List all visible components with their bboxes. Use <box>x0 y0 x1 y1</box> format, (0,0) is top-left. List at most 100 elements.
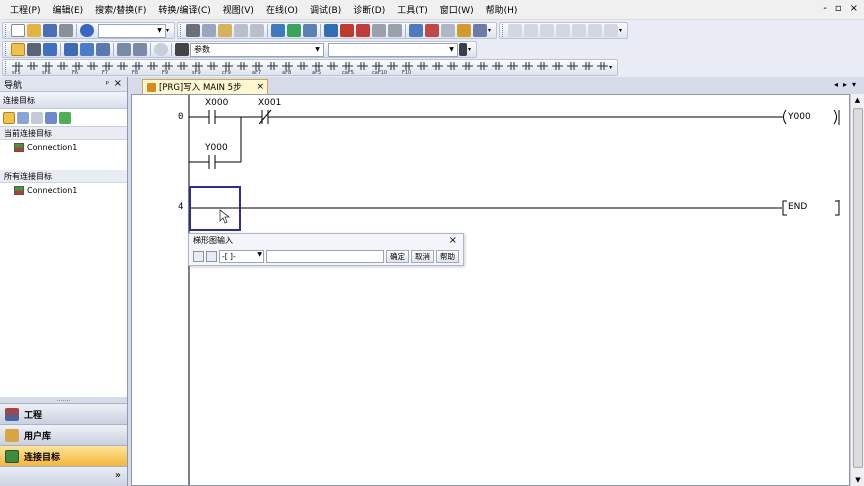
input-mode-icon[interactable] <box>193 251 204 262</box>
pin-icon[interactable]: ᵖ <box>106 79 109 88</box>
parts-library-icon[interactable] <box>27 43 41 56</box>
close-window-button[interactable]: × <box>850 3 858 14</box>
instruction-input[interactable] <box>266 250 384 263</box>
current-connection-item[interactable]: Connection1 <box>0 140 127 154</box>
new-icon[interactable] <box>11 24 25 37</box>
simulation-start-icon[interactable] <box>409 24 423 37</box>
cancel-button[interactable]: 取消 <box>411 250 434 263</box>
scroll-down-icon[interactable]: ▼ <box>851 474 864 486</box>
menu-view[interactable]: 视图(V) <box>217 3 260 16</box>
read-plc-icon[interactable] <box>287 24 301 37</box>
menu-edit[interactable]: 编辑(E) <box>46 3 89 16</box>
expand-chevron-icon[interactable]: » <box>115 470 121 481</box>
all-connection-item[interactable]: Connection1 <box>0 183 127 197</box>
menu-project[interactable]: 工程(P) <box>0 3 46 16</box>
scroll-thumb[interactable] <box>853 108 863 468</box>
monitor-icon[interactable] <box>324 24 338 37</box>
close-tab-icon[interactable]: × <box>256 82 264 92</box>
paste-icon[interactable] <box>218 24 232 37</box>
search-target-combo[interactable]: 参数 ▼ <box>190 42 324 57</box>
sfc-end-icon[interactable] <box>572 24 586 37</box>
stop-monitor-icon[interactable] <box>340 24 354 37</box>
device-list-icon[interactable] <box>80 43 94 56</box>
toolbar-grip[interactable] <box>502 24 505 37</box>
toolbar-overflow-icon[interactable]: ▾ <box>488 27 494 34</box>
search-go-icon[interactable] <box>459 43 467 56</box>
open-icon[interactable] <box>27 24 41 37</box>
tab-main-program[interactable]: [PRG]写入 MAIN 5步 × <box>142 79 268 94</box>
search-text-combo[interactable]: ▼ <box>328 42 458 57</box>
watch-icon[interactable] <box>473 24 487 37</box>
menu-window[interactable]: 窗口(W) <box>434 3 480 16</box>
connection-settings-icon[interactable] <box>45 111 57 124</box>
watch-window-icon[interactable] <box>96 43 110 56</box>
toolbar-overflow-icon[interactable]: ▾ <box>609 64 615 71</box>
menu-online[interactable]: 在线(O) <box>260 3 304 16</box>
nav-button-project[interactable]: 工程 <box>0 403 127 424</box>
menu-debug[interactable]: 调试(B) <box>304 3 347 16</box>
close-icon[interactable]: × <box>449 234 457 248</box>
ladder-edit-cursor[interactable] <box>189 186 241 231</box>
sfc-transition-icon[interactable] <box>540 24 554 37</box>
zoom-icon[interactable] <box>133 43 147 56</box>
menu-diagnostics[interactable]: 诊断(D) <box>347 3 391 16</box>
buffer-memory-icon[interactable] <box>457 24 471 37</box>
simulation-stop-icon[interactable] <box>425 24 439 37</box>
toolbar-overflow-icon[interactable]: ▾ <box>468 46 474 53</box>
help-button[interactable]: 帮助 <box>436 250 459 263</box>
toolbar-overflow-icon[interactable]: ▾ <box>166 27 172 34</box>
minimize-button[interactable]: - <box>823 3 827 14</box>
ladder-editor[interactable]: 0 4 X000 X001 Y000 Y000 END <box>131 94 850 486</box>
paste-connection-icon[interactable] <box>31 111 43 124</box>
sfc-icon[interactable] <box>508 24 522 37</box>
help-icon[interactable] <box>80 24 94 37</box>
sfc-jump-icon[interactable] <box>556 24 570 37</box>
monitor-write-icon[interactable] <box>356 24 370 37</box>
monitor-all-icon[interactable] <box>372 24 386 37</box>
sfc-merge-icon[interactable] <box>604 24 618 37</box>
copy-icon[interactable] <box>202 24 216 37</box>
comment-icon[interactable] <box>154 43 168 56</box>
cross-reference-icon[interactable] <box>64 43 78 56</box>
new-connection-icon[interactable] <box>3 111 15 124</box>
symbol-select[interactable]: -[ ]- ▼ <box>219 250 264 263</box>
menu-convert[interactable]: 转换/编译(C) <box>152 3 216 16</box>
redo-icon[interactable] <box>250 24 264 37</box>
scroll-up-icon[interactable]: ▲ <box>851 94 864 106</box>
sfc-branch-icon[interactable] <box>588 24 602 37</box>
toolbar-grip[interactable] <box>180 24 183 37</box>
vertical-scrollbar[interactable]: ▲ ▼ <box>850 94 864 486</box>
toolbar-grip[interactable] <box>5 24 8 37</box>
save-icon[interactable] <box>43 24 57 37</box>
display-filter-icon[interactable] <box>117 43 131 56</box>
menu-tools[interactable]: 工具(T) <box>391 3 434 16</box>
undo-icon[interactable] <box>234 24 248 37</box>
comment-input-icon[interactable] <box>206 251 217 262</box>
toolbar-grip[interactable] <box>5 61 8 74</box>
tab-prev-icon[interactable]: ◂ <box>834 80 838 89</box>
menu-help[interactable]: 帮助(H) <box>480 3 524 16</box>
close-icon[interactable]: × <box>114 78 122 89</box>
verify-plc-icon[interactable] <box>303 24 317 37</box>
sfc-step-icon[interactable] <box>524 24 538 37</box>
nav-button-connection[interactable]: 连接目标 <box>0 445 127 466</box>
output-window-icon[interactable] <box>43 43 57 56</box>
ok-button[interactable]: 确定 <box>386 250 409 263</box>
monitor-stop-all-icon[interactable] <box>388 24 402 37</box>
find-icon[interactable] <box>175 43 189 56</box>
toolbar-grip[interactable] <box>5 43 8 56</box>
navigation-window-icon[interactable] <box>11 43 25 56</box>
tab-list-icon[interactable]: ▾ <box>852 80 856 89</box>
copy-connection-icon[interactable] <box>17 111 29 124</box>
restore-button[interactable]: ▫ <box>835 3 842 14</box>
refresh-icon[interactable] <box>59 111 71 124</box>
toolbar-overflow-icon[interactable]: ▾ <box>619 27 625 34</box>
menu-find-replace[interactable]: 搜索/替换(F) <box>89 3 152 16</box>
write-plc-icon[interactable] <box>271 24 285 37</box>
device-batch-icon[interactable] <box>441 24 455 37</box>
print-icon[interactable] <box>59 24 73 37</box>
toolbar-combo-1[interactable]: ▼ <box>98 23 166 38</box>
tab-next-icon[interactable]: ▸ <box>843 80 847 89</box>
nav-button-user-library[interactable]: 用户库 <box>0 424 127 445</box>
cut-icon[interactable] <box>186 24 200 37</box>
